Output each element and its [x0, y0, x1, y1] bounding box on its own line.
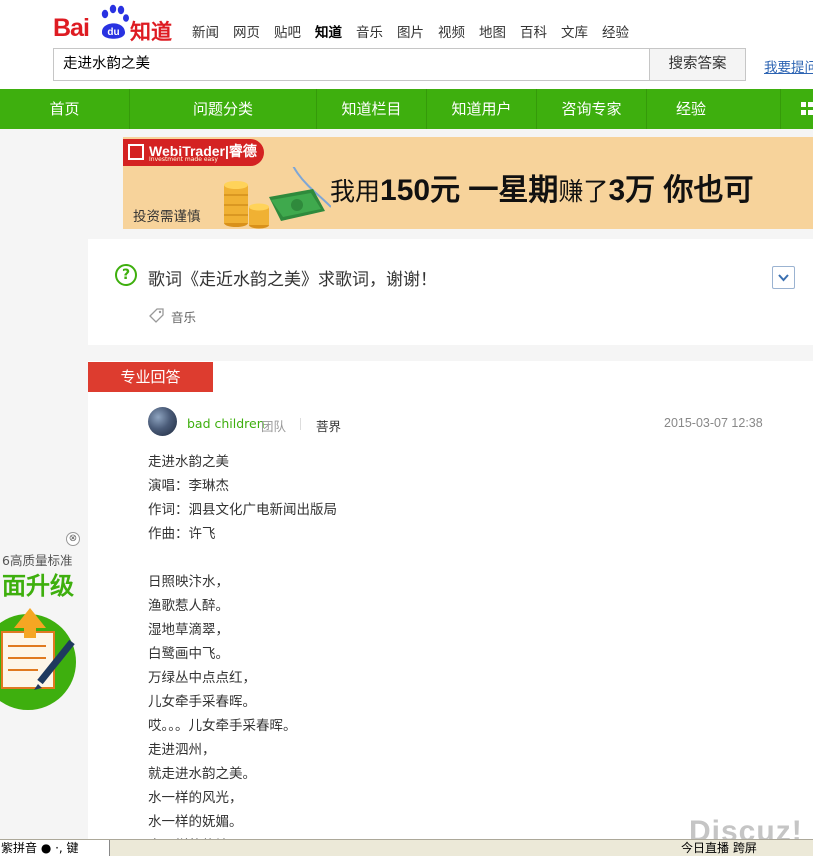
answer-line: 万绿丛中点点红， [148, 670, 256, 686]
nav-jingyan[interactable]: 经验 [647, 89, 735, 129]
answer-line: 水一样的风光， [148, 790, 243, 806]
answer-line: 渔歌惹人醉。 [148, 598, 229, 614]
answer-line: 儿女牵手采春晖。 [148, 694, 256, 710]
banner-brand-slogan: Investment made easy [149, 156, 218, 163]
answer-line: 湿地草滴翠， [148, 622, 229, 638]
header: Bai du 知道 新闻 网页 贴吧 知道 音乐 图片 视频 地图 百科 文库 … [0, 0, 813, 89]
top-nav: 新闻 网页 贴吧 知道 音乐 图片 视频 地图 百科 文库 经验 [192, 21, 643, 41]
answer-line: 日照映汴水， [148, 574, 229, 590]
top-nav-zhidao[interactable]: 知道 [315, 21, 342, 41]
banner-headline-part: 我用 [330, 177, 381, 206]
nav-divider [780, 89, 781, 129]
upgrade-notepad-icon [0, 608, 76, 710]
question-card: ? 歌词《走近水韵之美》求歌词，谢谢！ 音乐 [88, 239, 813, 345]
status-bar-right[interactable]: 今日直播 跨屏 [681, 840, 757, 856]
answer-line: 演唱：李琳杰 [148, 478, 229, 494]
tag-icon [149, 308, 164, 323]
avatar[interactable] [148, 407, 177, 436]
status-bar: 紫拼音 ● ·, 键 今日直播 跨屏 [0, 839, 813, 856]
left-floating-ad[interactable]: ⊗ 6高质量标准 面升级 [0, 530, 84, 710]
nav-home[interactable]: 首页 [0, 89, 129, 129]
top-nav-video[interactable]: 视频 [438, 21, 465, 41]
answer-team-label: 团队 [261, 419, 287, 434]
top-nav-baike[interactable]: 百科 [520, 21, 547, 41]
answer-line: 走进水韵之美 [148, 454, 229, 470]
answer-body: 走进水韵之美 演唱：李琳杰 作词：泗县文化广电新闻出版局 作曲：许飞 日照映汴水… [148, 450, 788, 856]
banner-headline-part: 你也可 [655, 174, 754, 207]
answer-username[interactable]: bad children [187, 416, 265, 431]
answer-line: 作曲：许飞 [148, 526, 216, 542]
nav-users[interactable]: 知道用户 [427, 89, 536, 129]
answer-line [148, 546, 788, 570]
left-ad-title: 面升级 [2, 572, 74, 600]
logo-zhidao-text: 知道 [130, 20, 172, 44]
nav-experts[interactable]: 咨询专家 [537, 89, 646, 129]
divider [300, 418, 301, 430]
chevron-down-icon [778, 274, 789, 282]
answer-user-rank: 菩界 [316, 419, 342, 434]
answer-line: 作词：泗县文化广电新闻出版局 [148, 502, 337, 518]
top-nav-wenku[interactable]: 文库 [561, 21, 588, 41]
top-nav-music[interactable]: 音乐 [356, 21, 383, 41]
answer-line: 哎。。。儿女牵手采春晖。 [148, 718, 297, 734]
top-nav-news[interactable]: 新闻 [192, 21, 219, 41]
app-grid-icon[interactable] [801, 102, 813, 116]
search-answers-button[interactable]: 搜索答案 [649, 48, 746, 81]
close-ad-button[interactable]: ⊗ [66, 532, 80, 546]
answer-section: 专业回答 bad children 团队 菩界 2015-03-07 12:38… [88, 361, 813, 856]
banner-headline-part: 赚了 [558, 177, 609, 206]
banner-headline-amount: 3万 [608, 174, 656, 207]
answer-line: 就走进水韵之美。 [148, 766, 256, 782]
brand-square-icon [128, 144, 144, 160]
ask-question-link[interactable]: 我要提问 [764, 56, 813, 76]
logo-bai-text: Bai [53, 14, 90, 42]
coins-and-cash-icon [224, 167, 331, 229]
question-tag[interactable]: 音乐 [171, 307, 196, 326]
banner-brand-badge: WebiTrader|睿德 Investment made easy [123, 139, 264, 166]
professional-answer-badge: 专业回答 [88, 362, 213, 392]
search-input[interactable]: 走进水韵之美 [53, 48, 650, 81]
top-nav-map[interactable]: 地图 [479, 21, 506, 41]
question-mark-icon: ? [115, 264, 137, 286]
banner-headline-amount: 150元 [380, 174, 461, 207]
baidu-zhidao-logo[interactable]: Bai du 知道 [53, 4, 178, 44]
answer-timestamp: 2015-03-07 12:38 [664, 416, 763, 430]
ime-toolbar[interactable]: 紫拼音 ● ·, 键 [0, 840, 110, 856]
main-nav: 首页 问题分类 知道栏目 知道用户 咨询专家 经验 [0, 89, 813, 129]
answer-line: 白鹭画中飞。 [148, 646, 229, 662]
top-nav-images[interactable]: 图片 [397, 21, 424, 41]
logo-du-text: du [107, 27, 119, 38]
top-nav-web[interactable]: 网页 [233, 21, 260, 41]
nav-columns[interactable]: 知道栏目 [317, 89, 426, 129]
nav-categories[interactable]: 问题分类 [130, 89, 316, 129]
question-expand-button[interactable] [772, 266, 795, 289]
answer-line: 走进泗州， [148, 742, 216, 758]
banner-risk-note: 投资需谨慎 [133, 209, 201, 225]
banner-headline-period: 一星期 [460, 174, 559, 207]
banner-headline: 我用150元 一星期赚了3万 你也可 [330, 165, 753, 209]
top-nav-jingyan[interactable]: 经验 [602, 21, 629, 41]
banner-ad[interactable]: WebiTrader|睿德 Investment made easy 投资需谨慎… [123, 137, 813, 229]
baidu-paw-icon: du [101, 4, 129, 39]
question-title: 歌词《走近水韵之美》求歌词，谢谢！ [148, 270, 437, 290]
top-nav-tieba[interactable]: 贴吧 [274, 21, 301, 41]
